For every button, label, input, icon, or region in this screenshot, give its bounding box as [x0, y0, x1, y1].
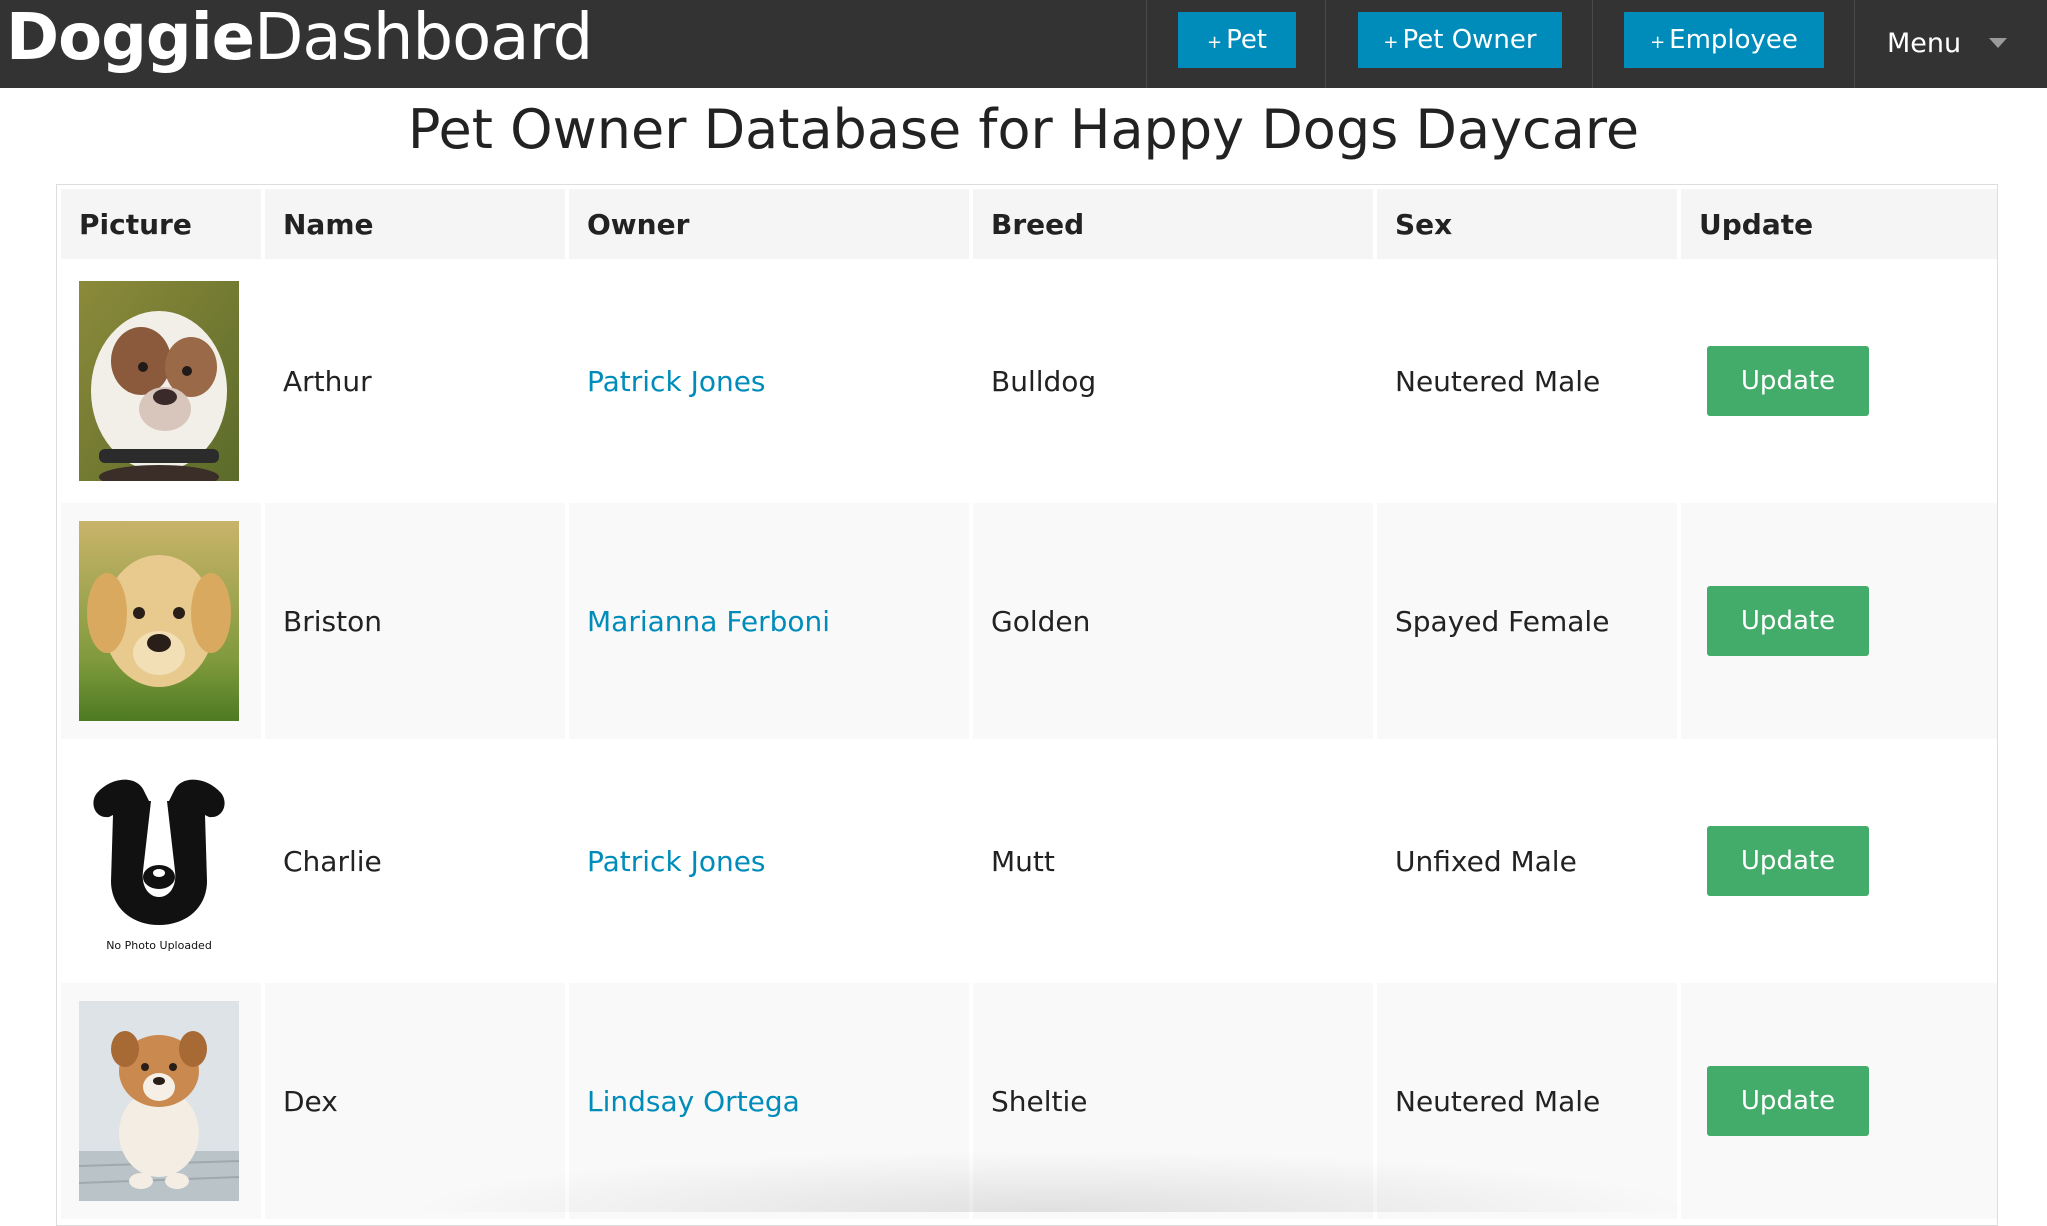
owner-cell: Patrick Jones	[569, 743, 969, 979]
column-header-update[interactable]: Update	[1681, 189, 1997, 259]
no-photo-placeholder: No Photo Uploaded	[79, 761, 239, 961]
pet-breed: Golden	[973, 503, 1373, 739]
nav-divider	[1854, 0, 1855, 88]
sheltie-puppy-photo	[79, 1001, 239, 1201]
update-cell: Update	[1681, 263, 1997, 499]
table-header-row: Picture Name Owner Breed Sex Update	[61, 189, 1997, 259]
golden-puppy-photo	[79, 521, 239, 721]
page-title: Pet Owner Database for Happy Dogs Daycar…	[407, 98, 1640, 161]
plus-icon: +	[1206, 32, 1223, 53]
plus-icon: +	[1383, 32, 1399, 53]
brand-light-text: Dashboard	[254, 1, 593, 75]
picture-cell: No Photo Uploaded	[61, 743, 261, 979]
nav-divider	[1592, 0, 1593, 88]
add-pet-label: Pet	[1226, 25, 1268, 55]
top-navigation-bar: DoggieDashboard + Pet + Pet Owner + Employe…	[0, 0, 2047, 88]
nav-divider	[1325, 0, 1326, 88]
owner-cell: Lindsay Ortega	[569, 983, 969, 1219]
caret-down-icon	[1989, 37, 2008, 48]
add-employee-label: Employee	[1669, 25, 1798, 55]
bulldog-photo	[79, 281, 239, 481]
update-cell: Update	[1681, 743, 1997, 979]
pet-breed: Sheltie	[973, 983, 1373, 1219]
update-cell: Update	[1681, 503, 1997, 739]
owner-link[interactable]: Patrick Jones	[587, 365, 766, 398]
owner-link[interactable]: Patrick Jones	[587, 845, 766, 878]
column-header-picture[interactable]: Picture	[61, 189, 261, 259]
table-row: No Photo Uploaded Charlie Patrick Jones …	[61, 743, 1997, 979]
update-button[interactable]: Update	[1707, 346, 1869, 416]
pet-sex: Neutered Male	[1377, 983, 1677, 1219]
picture-cell	[61, 263, 261, 499]
pet-name: Arthur	[265, 263, 565, 499]
update-button[interactable]: Update	[1707, 826, 1869, 896]
menu-dropdown[interactable]: Menu	[1887, 22, 2008, 66]
picture-cell	[61, 983, 261, 1219]
add-employee-button[interactable]: + Employee	[1624, 12, 1824, 68]
add-pet-owner-button[interactable]: + Pet Owner	[1358, 12, 1562, 68]
owner-cell: Patrick Jones	[569, 263, 969, 499]
pet-name: Dex	[265, 983, 565, 1219]
owner-link[interactable]: Marianna Ferboni	[587, 605, 830, 638]
add-pet-owner-label: Pet Owner	[1402, 25, 1537, 55]
picture-cell	[61, 503, 261, 739]
update-button[interactable]: Update	[1707, 586, 1869, 656]
add-pet-button[interactable]: + Pet	[1178, 12, 1296, 68]
update-cell: Update	[1681, 983, 1997, 1219]
owner-link[interactable]: Lindsay Ortega	[587, 1085, 800, 1118]
pet-table: Picture Name Owner Breed Sex Update Arth…	[57, 185, 1997, 1223]
pet-sex: Neutered Male	[1377, 263, 1677, 499]
menu-label: Menu	[1887, 28, 1962, 59]
brand-bold-text: Doggie	[6, 1, 255, 75]
table-row: Dex Lindsay Ortega Sheltie Neutered Male…	[61, 983, 1997, 1219]
table-row: Arthur Patrick Jones Bulldog Neutered Ma…	[61, 263, 1997, 499]
column-header-breed[interactable]: Breed	[973, 189, 1373, 259]
owner-cell: Marianna Ferboni	[569, 503, 969, 739]
update-button[interactable]: Update	[1707, 1066, 1869, 1136]
pet-sex: Spayed Female	[1377, 503, 1677, 739]
column-header-owner[interactable]: Owner	[569, 189, 969, 259]
column-header-name[interactable]: Name	[265, 189, 565, 259]
pet-name: Charlie	[265, 743, 565, 979]
pet-name: Briston	[265, 503, 565, 739]
brand-logo[interactable]: DoggieDashboard	[6, 0, 593, 88]
pet-breed: Bulldog	[973, 263, 1373, 499]
pet-table-container: Picture Name Owner Breed Sex Update Arth…	[56, 184, 1998, 1226]
table-row: Briston Marianna Ferboni Golden Spayed F…	[61, 503, 1997, 739]
column-header-sex[interactable]: Sex	[1377, 189, 1677, 259]
dog-silhouette-icon	[93, 779, 225, 925]
no-photo-caption: No Photo Uploaded	[106, 939, 212, 952]
pet-breed: Mutt	[973, 743, 1373, 979]
plus-icon: +	[1650, 32, 1666, 53]
pet-sex: Unfixed Male	[1377, 743, 1677, 979]
nav-divider	[1146, 0, 1147, 88]
